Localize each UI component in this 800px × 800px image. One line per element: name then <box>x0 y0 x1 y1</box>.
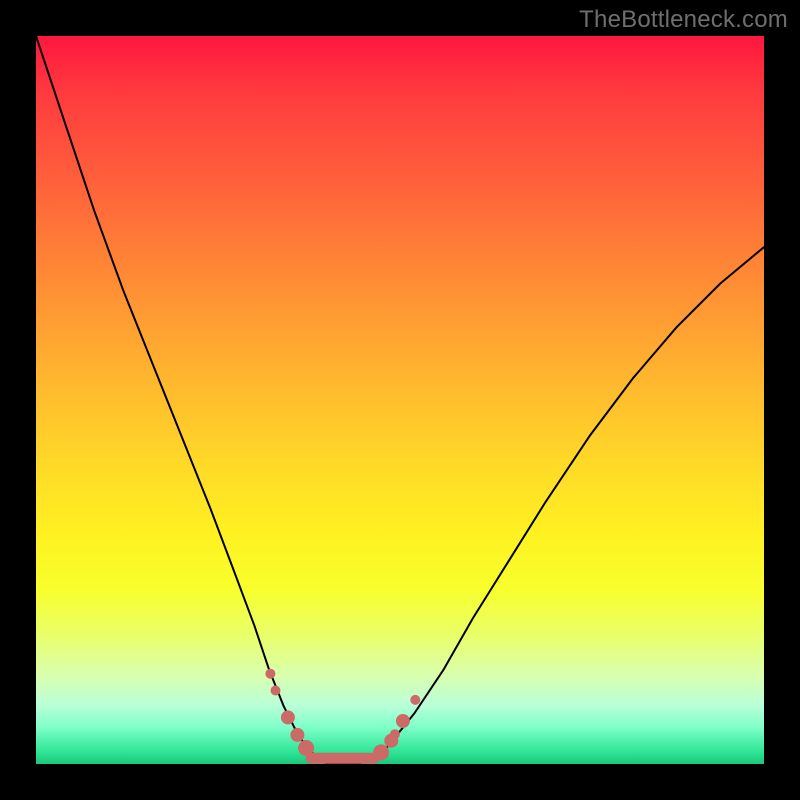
marker-group <box>265 669 420 761</box>
bottleneck-curve <box>36 36 764 764</box>
curve-marker <box>271 686 281 696</box>
curve-marker <box>373 744 389 760</box>
chart-frame: TheBottleneck.com <box>0 0 800 800</box>
curve-marker <box>396 714 410 728</box>
curve-marker <box>410 695 420 705</box>
curve-marker <box>290 728 304 742</box>
plot-area <box>36 36 764 764</box>
curve-marker <box>281 710 295 724</box>
curve-marker <box>390 729 400 739</box>
curve-marker <box>298 740 314 756</box>
chart-svg <box>36 36 764 764</box>
curve-marker <box>265 669 275 679</box>
watermark-text: TheBottleneck.com <box>579 6 788 34</box>
